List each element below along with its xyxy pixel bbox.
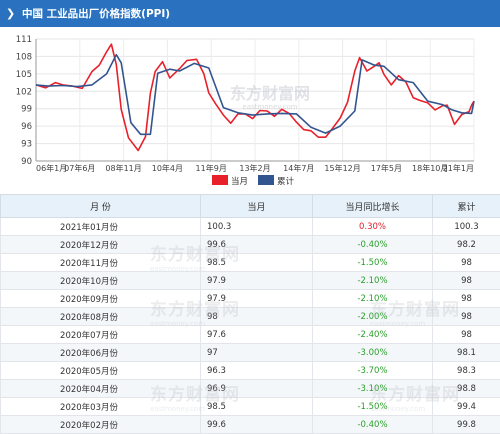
y-tick-label: 111 <box>16 35 32 45</box>
y-tick-label: 99 <box>21 105 32 115</box>
month-cell: 2020年05月份 <box>1 362 201 380</box>
col-header-month: 月 份 <box>1 195 201 218</box>
month-cell: 2020年12月份 <box>1 236 201 254</box>
table-row: 2020年08月份98-2.00%98 <box>1 308 500 326</box>
yoy-cell: -2.10% <box>313 272 433 290</box>
panel-title: 中国 工业品出厂价格指数(PPI) <box>22 6 170 21</box>
current-cell: 98 <box>201 308 313 326</box>
x-tick-label: 14年7月 <box>283 163 314 173</box>
y-tick-label: 90 <box>21 157 32 167</box>
x-tick-label: 11年9月 <box>196 163 227 173</box>
month-cell: 2020年04月份 <box>1 380 201 398</box>
current-cell: 97.9 <box>201 272 313 290</box>
table-body: 2021年01月份100.30.30%100.32020年12月份99.6-0.… <box>1 218 500 434</box>
cumulative-cell: 98 <box>433 308 500 326</box>
x-tick-label: 10年4月 <box>152 163 183 173</box>
yoy-cell: -2.00% <box>313 308 433 326</box>
table-row: 2020年06月份97-3.00%98.1 <box>1 344 500 362</box>
current-cell: 98.5 <box>201 398 313 416</box>
table-row: 2020年03月份98.5-1.50%99.4 <box>1 398 500 416</box>
current-cell: 98.5 <box>201 254 313 272</box>
month-cell: 2020年06月份 <box>1 344 201 362</box>
chart-watermark: 东方财富网 <box>230 84 310 103</box>
month-cell: 2020年07月份 <box>1 326 201 344</box>
col-header-cumulative: 累计 <box>433 195 500 218</box>
legend-label: 当月 <box>231 176 248 187</box>
yoy-cell: 0.30% <box>313 218 433 236</box>
table-row: 2020年10月份97.9-2.10%98 <box>1 272 500 290</box>
panel-header: ❯ 中国 工业品出厂价格指数(PPI) <box>0 0 500 27</box>
month-cell: 2020年09月份 <box>1 290 201 308</box>
cumulative-cell: 98 <box>433 254 500 272</box>
yoy-cell: -1.50% <box>313 398 433 416</box>
col-header-yoy: 当月同比增长 <box>313 195 433 218</box>
yoy-cell: -1.50% <box>313 254 433 272</box>
y-tick-label: 105 <box>16 70 32 80</box>
cumulative-cell: 98.1 <box>433 344 500 362</box>
yoy-cell: -0.40% <box>313 236 433 254</box>
table-row: 2020年05月份96.3-3.70%98.3 <box>1 362 500 380</box>
month-cell: 2020年10月份 <box>1 272 201 290</box>
current-cell: 97 <box>201 344 313 362</box>
ppi-table: 月 份 当月 当月同比增长 累计 2021年01月份100.30.30%100.… <box>0 194 500 434</box>
current-cell: 96.9 <box>201 380 313 398</box>
table-row: 2021年01月份100.30.30%100.3 <box>1 218 500 236</box>
cumulative-cell: 98.2 <box>433 236 500 254</box>
current-cell: 100.3 <box>201 218 313 236</box>
x-tick-label: 17年5月 <box>371 163 402 173</box>
x-tick-label: 08年11月 <box>105 163 141 173</box>
yoy-cell: -2.10% <box>313 290 433 308</box>
current-cell: 96.3 <box>201 362 313 380</box>
x-tick-label: 13年2月 <box>239 163 270 173</box>
chevron-right-icon[interactable]: ❯ <box>6 7 20 20</box>
y-tick-label: 93 <box>21 140 32 150</box>
cumulative-cell: 99.4 <box>433 398 500 416</box>
yoy-cell: -3.70% <box>313 362 433 380</box>
legend-label: 累计 <box>277 176 295 187</box>
yoy-cell: -3.00% <box>313 344 433 362</box>
table-row: 2020年04月份96.9-3.10%98.8 <box>1 380 500 398</box>
month-cell: 2020年11月份 <box>1 254 201 272</box>
table-row: 2020年12月份99.6-0.40%98.2 <box>1 236 500 254</box>
x-tick-label: 15年12月 <box>324 163 360 173</box>
table-row: 2020年11月份98.5-1.50%98 <box>1 254 500 272</box>
x-tick-label: 06年1月 <box>36 163 67 173</box>
cumulative-cell: 98 <box>433 272 500 290</box>
ppi-chart: 90 93 96 99 102 105 108 111 06年1月07年6月 08年11月 10年4… <box>0 27 500 194</box>
current-cell: 97.9 <box>201 290 313 308</box>
legend-swatch <box>258 175 274 185</box>
col-header-current: 当月 <box>201 195 313 218</box>
chart-watermark-sub: eastmoney.com <box>242 103 297 111</box>
legend-swatch <box>212 175 228 185</box>
yoy-cell: -2.40% <box>313 326 433 344</box>
y-tick-label: 108 <box>16 52 32 62</box>
month-cell: 2020年08月份 <box>1 308 201 326</box>
table-row: 2020年09月份97.9-2.10%98 <box>1 290 500 308</box>
table-row: 2020年07月份97.6-2.40%98 <box>1 326 500 344</box>
month-cell: 2021年01月份 <box>1 218 201 236</box>
x-tick-label: 07年6月 <box>64 163 95 173</box>
cumulative-cell: 98.3 <box>433 362 500 380</box>
x-tick-label: 21年1月 <box>443 163 474 173</box>
yoy-cell: -3.10% <box>313 380 433 398</box>
current-cell: 97.6 <box>201 326 313 344</box>
cumulative-cell: 98 <box>433 290 500 308</box>
cumulative-cell: 98.8 <box>433 380 500 398</box>
current-cell: 99.6 <box>201 236 313 254</box>
y-tick-label: 102 <box>16 87 32 97</box>
cumulative-cell: 100.3 <box>433 218 500 236</box>
cumulative-cell: 98 <box>433 326 500 344</box>
month-cell: 2020年03月份 <box>1 398 201 416</box>
table-header-row: 月 份 当月 当月同比增长 累计 <box>1 195 500 218</box>
y-tick-label: 96 <box>21 122 32 132</box>
chart-svg: 90 93 96 99 102 105 108 111 06年1月07年6月 08年11月 10年4… <box>0 27 500 194</box>
